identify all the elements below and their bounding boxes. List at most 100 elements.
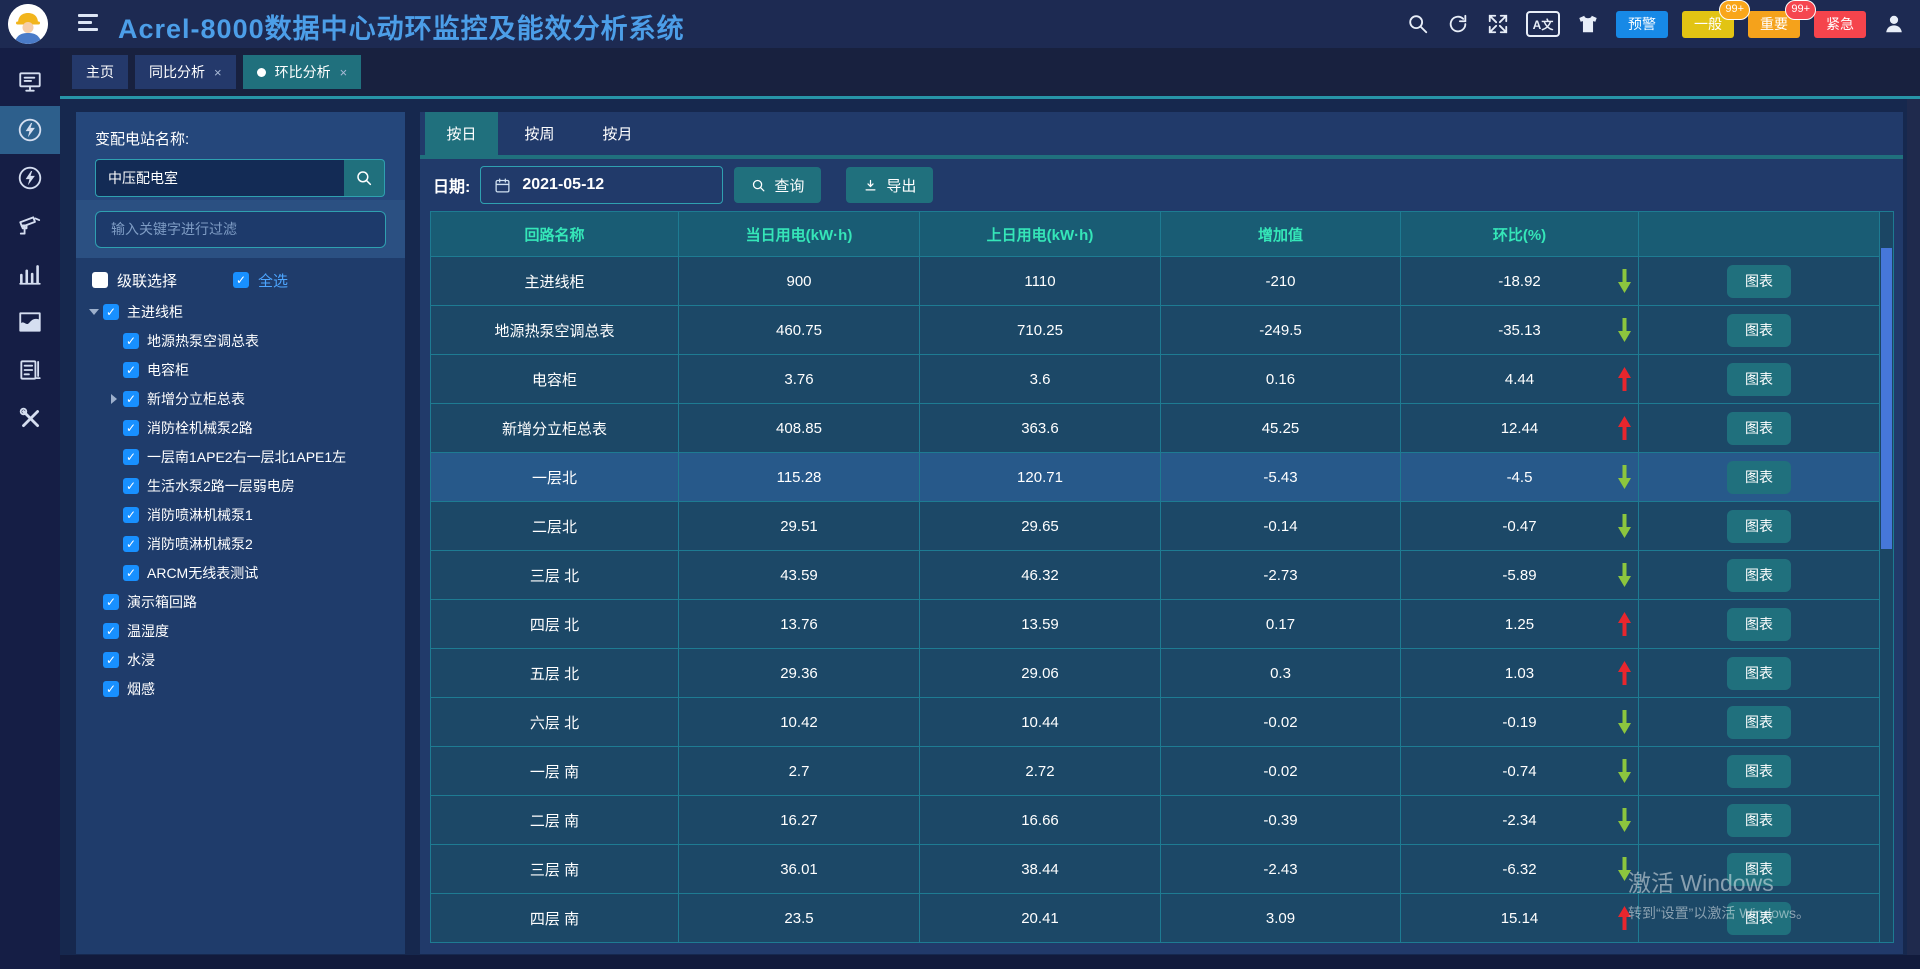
user-icon[interactable] <box>1882 12 1906 36</box>
translate-icon[interactable]: A文 <box>1526 11 1560 37</box>
checkbox[interactable]: ✓ <box>123 507 139 523</box>
chart-button[interactable]: 图表 <box>1727 902 1791 935</box>
app-window: Acrel-8000数据中心动环监控及能效分析系统 A文 预警一般99+ 重要99… <box>0 0 1920 969</box>
tree-item[interactable]: ✓主进线柜 <box>76 297 405 326</box>
nav-tab[interactable]: 主页 <box>72 55 128 89</box>
fullscreen-icon[interactable] <box>1486 12 1510 36</box>
chart-button[interactable]: 图表 <box>1727 853 1791 886</box>
checkbox[interactable]: ✓ <box>123 478 139 494</box>
period-tab[interactable]: 按日 <box>425 112 498 155</box>
chart-button[interactable]: 图表 <box>1727 265 1791 298</box>
chart-button[interactable]: 图表 <box>1727 608 1791 641</box>
tree-collapse-icon[interactable] <box>105 394 123 404</box>
cell-delta-value: -0.14 <box>1161 501 1401 550</box>
alarm-button[interactable]: 紧急 <box>1814 11 1866 38</box>
trend-down-arrow-icon <box>1618 465 1631 489</box>
checkbox[interactable]: ✓ <box>123 391 139 407</box>
menu-toggle-icon[interactable] <box>78 14 100 34</box>
chart-button[interactable]: 图表 <box>1727 804 1791 837</box>
close-icon[interactable]: × <box>340 65 348 80</box>
tree-item[interactable]: ✓电容柜 <box>76 355 405 384</box>
rail-item-power-analysis-active[interactable] <box>0 106 60 154</box>
period-tab[interactable]: 按月 <box>581 112 654 155</box>
query-button[interactable]: 查询 <box>734 167 821 203</box>
checkbox[interactable]: ✓ <box>123 333 139 349</box>
tree-item-label: 地源热泵空调总表 <box>147 331 259 351</box>
checkbox[interactable]: ✓ <box>103 681 119 697</box>
tree-item[interactable]: ✓消防喷淋机械泵2 <box>76 529 405 558</box>
cascade-checkbox[interactable] <box>92 272 108 288</box>
tree-item[interactable]: ✓消防栓机械泵2路 <box>76 413 405 442</box>
period-tab[interactable]: 按周 <box>503 112 576 155</box>
nav-tab[interactable]: 环比分析× <box>243 55 362 89</box>
rail-item-monitor[interactable] <box>0 58 60 106</box>
tree-item[interactable]: ✓ 地源热泵空调总表 <box>76 326 405 355</box>
table-row: 四层 南23.520.413.0915.14图表 <box>431 893 1879 942</box>
rail-item-power[interactable] <box>0 154 60 202</box>
power-circle-icon <box>17 165 43 191</box>
chart-button[interactable]: 图表 <box>1727 461 1791 494</box>
checkbox[interactable]: ✓ <box>103 304 119 320</box>
export-button[interactable]: 导出 <box>846 167 933 203</box>
checkbox[interactable]: ✓ <box>103 594 119 610</box>
cell-circuit-name: 五层 北 <box>431 648 679 697</box>
trend-up-arrow-icon <box>1618 416 1631 440</box>
checkbox[interactable]: ✓ <box>123 565 139 581</box>
tree-item[interactable]: ✓ARCM无线表测试 <box>76 558 405 587</box>
cell-delta-value: 3.09 <box>1161 893 1401 942</box>
select-all-checkbox[interactable]: ✓ <box>233 272 249 288</box>
chart-button[interactable]: 图表 <box>1727 314 1791 347</box>
station-search-button[interactable] <box>344 159 385 197</box>
refresh-icon[interactable] <box>1446 12 1470 36</box>
select-all-label[interactable]: 全选 <box>258 270 288 291</box>
tree-item[interactable]: ✓一层南1APE2右一层北1APE1左 <box>76 442 405 471</box>
rail-item-area-chart[interactable] <box>0 298 60 346</box>
rail-item-tools[interactable] <box>0 394 60 442</box>
tree-expand-icon[interactable] <box>85 309 103 315</box>
checkbox[interactable]: ✓ <box>103 623 119 639</box>
chart-button[interactable]: 图表 <box>1727 559 1791 592</box>
table-scrollbar-thumb[interactable] <box>1881 248 1892 549</box>
theme-shirt-icon[interactable] <box>1576 12 1600 36</box>
checkbox[interactable]: ✓ <box>123 420 139 436</box>
tree-filter-input[interactable] <box>95 211 386 248</box>
checkbox[interactable]: ✓ <box>123 362 139 378</box>
tree-item[interactable]: ✓消防喷淋机械泵1 <box>76 500 405 529</box>
chart-button[interactable]: 图表 <box>1727 706 1791 739</box>
cell-today-kwh: 900 <box>679 256 920 305</box>
checkbox[interactable]: ✓ <box>103 652 119 668</box>
calendar-icon <box>494 177 511 194</box>
chart-button[interactable]: 图表 <box>1727 412 1791 445</box>
cell-yesterday-kwh: 29.65 <box>920 501 1161 550</box>
table-row: 二层北29.5129.65-0.14-0.47图表 <box>431 501 1879 550</box>
camera-icon <box>17 213 43 239</box>
rail-item-camera[interactable] <box>0 202 60 250</box>
close-icon[interactable]: × <box>214 65 222 80</box>
tree-item[interactable]: ✓水浸 <box>76 645 405 674</box>
alarm-button[interactable]: 一般99+ <box>1682 11 1734 38</box>
chart-button[interactable]: 图表 <box>1727 363 1791 396</box>
search-icon[interactable] <box>1406 12 1430 36</box>
station-input[interactable] <box>95 159 344 197</box>
chart-button[interactable]: 图表 <box>1727 755 1791 788</box>
alarm-button[interactable]: 重要99+ <box>1748 11 1800 38</box>
alarm-button-label: 重要 <box>1760 16 1788 32</box>
tree-item[interactable]: ✓生活水泵2路一层弱电房 <box>76 471 405 500</box>
rail-item-bar-chart[interactable] <box>0 250 60 298</box>
app-title: Acrel-8000数据中心动环监控及能效分析系统 <box>118 7 685 46</box>
cell-today-kwh: 36.01 <box>679 844 920 893</box>
chart-button[interactable]: 图表 <box>1727 510 1791 543</box>
tree-item[interactable]: ✓烟感 <box>76 674 405 703</box>
tree-item[interactable]: ✓温湿度 <box>76 616 405 645</box>
nav-tab[interactable]: 同比分析× <box>135 55 236 89</box>
date-picker[interactable]: 2021-05-12 <box>480 166 723 204</box>
tree-item[interactable]: ✓演示箱回路 <box>76 587 405 616</box>
chart-button[interactable]: 图表 <box>1727 657 1791 690</box>
checkbox[interactable]: ✓ <box>123 536 139 552</box>
cell-chart-action: 图表 <box>1639 599 1879 648</box>
table-scrollbar-track[interactable] <box>1879 211 1894 943</box>
checkbox[interactable]: ✓ <box>123 449 139 465</box>
alarm-button[interactable]: 预警 <box>1616 11 1668 38</box>
tree-item[interactable]: ✓新增分立柜总表 <box>76 384 405 413</box>
rail-item-report[interactable] <box>0 346 60 394</box>
